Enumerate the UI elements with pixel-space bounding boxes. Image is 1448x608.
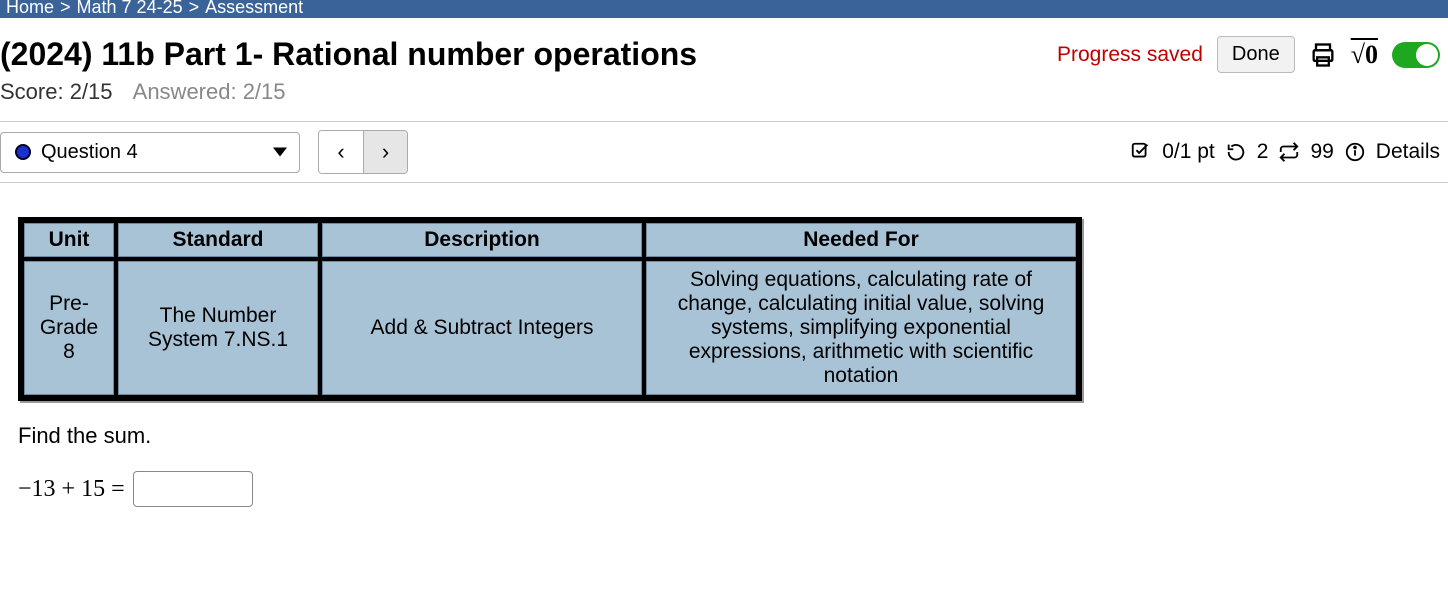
th-unit: Unit — [24, 223, 114, 257]
th-needed: Needed For — [646, 223, 1076, 257]
td-description: Add & Subtract Integers — [322, 261, 642, 395]
breadcrumb-page: Assessment — [205, 0, 303, 18]
print-icon[interactable] — [1309, 41, 1337, 69]
td-unit: Pre-Grade 8 — [24, 261, 114, 395]
score-check-icon — [1130, 141, 1152, 163]
table-row: Pre-Grade 8 The Number System 7.NS.1 Add… — [24, 261, 1076, 395]
table-header-row: Unit Standard Description Needed For — [24, 223, 1076, 257]
progress-saved-label: Progress saved — [1057, 43, 1203, 67]
question-nav: ‹ › — [318, 130, 408, 174]
points-label: 0/1 pt — [1162, 140, 1215, 164]
question-selector-label: Question 4 — [41, 141, 138, 164]
breadcrumb-sep-icon: > — [60, 0, 71, 18]
breadcrumb-home[interactable]: Home — [6, 0, 54, 18]
chevron-down-icon — [273, 148, 287, 157]
equation-expression: −13 + 15 = — [18, 476, 125, 503]
th-standard: Standard — [118, 223, 318, 257]
breadcrumb-course[interactable]: Math 7 24-25 — [77, 0, 183, 18]
question-prompt: Find the sum. — [0, 401, 1448, 449]
question-selector[interactable]: Question 4 — [0, 132, 300, 173]
tries-label: 2 — [1257, 140, 1269, 164]
attempts-label: 99 — [1310, 140, 1333, 164]
score-label: Score: 2/15 — [0, 79, 113, 104]
retry-icon — [1225, 141, 1247, 163]
answered-label: Answered: 2/15 — [133, 79, 286, 104]
details-link[interactable]: Details — [1376, 140, 1440, 164]
info-icon — [1344, 141, 1366, 163]
td-needed: Solving equations, calculating rate of c… — [646, 261, 1076, 395]
prev-question-button[interactable]: ‹ — [319, 131, 363, 173]
reattempt-icon — [1278, 141, 1300, 163]
next-question-button[interactable]: › — [363, 131, 407, 173]
done-button[interactable]: Done — [1217, 36, 1295, 73]
standards-table: Unit Standard Description Needed For Pre… — [18, 217, 1082, 401]
math-editor-toggle[interactable] — [1392, 42, 1440, 68]
question-status-dot-icon — [15, 144, 31, 160]
breadcrumb-sep-icon: > — [189, 0, 200, 18]
math-editor-icon[interactable]: √0 — [1351, 40, 1378, 70]
breadcrumb: Home > Math 7 24-25 > Assessment — [0, 0, 1448, 18]
page-title: (2024) 11b Part 1- Rational number opera… — [0, 36, 697, 73]
th-description: Description — [322, 223, 642, 257]
answer-input[interactable] — [133, 471, 253, 507]
td-standard: The Number System 7.NS.1 — [118, 261, 318, 395]
